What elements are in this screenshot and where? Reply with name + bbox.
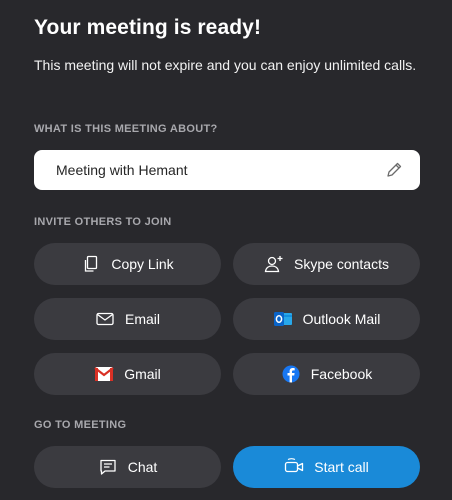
start-call-label: Start call bbox=[314, 459, 369, 475]
copy-link-button[interactable]: Copy Link bbox=[34, 243, 221, 285]
go-to-meeting-label: GO TO MEETING bbox=[34, 419, 127, 431]
gmail-icon bbox=[94, 364, 114, 384]
outlook-icon bbox=[273, 309, 293, 329]
gmail-label: Gmail bbox=[124, 366, 161, 382]
pencil-icon[interactable] bbox=[384, 160, 404, 180]
facebook-icon bbox=[281, 364, 301, 384]
facebook-label: Facebook bbox=[310, 366, 373, 382]
page-title: Your meeting is ready! bbox=[34, 16, 262, 39]
meeting-about-label: WHAT IS THIS MEETING ABOUT? bbox=[34, 123, 218, 135]
add-person-icon bbox=[264, 254, 284, 274]
email-label: Email bbox=[124, 311, 160, 327]
envelope-icon bbox=[95, 309, 115, 329]
skype-contacts-label: Skype contacts bbox=[294, 256, 389, 272]
video-camera-icon bbox=[284, 457, 304, 477]
page-subtitle: This meeting will not expire and you can… bbox=[34, 57, 417, 73]
email-button[interactable]: Email bbox=[34, 298, 221, 340]
copy-icon bbox=[81, 254, 101, 274]
chat-icon bbox=[98, 457, 118, 477]
chat-label: Chat bbox=[127, 459, 158, 475]
meeting-ready-panel: Your meeting is ready! This meeting will… bbox=[0, 0, 452, 500]
copy-link-label: Copy Link bbox=[111, 256, 174, 272]
chat-button[interactable]: Chat bbox=[34, 446, 221, 488]
outlook-mail-button[interactable]: Outlook Mail bbox=[233, 298, 420, 340]
meeting-title-field[interactable] bbox=[34, 150, 420, 190]
gmail-button[interactable]: Gmail bbox=[34, 353, 221, 395]
start-call-button[interactable]: Start call bbox=[233, 446, 420, 488]
invite-label: INVITE OTHERS TO JOIN bbox=[34, 216, 172, 228]
facebook-button[interactable]: Facebook bbox=[233, 353, 420, 395]
outlook-mail-label: Outlook Mail bbox=[302, 311, 381, 327]
meeting-title-input[interactable] bbox=[56, 162, 384, 178]
skype-contacts-button[interactable]: Skype contacts bbox=[233, 243, 420, 285]
